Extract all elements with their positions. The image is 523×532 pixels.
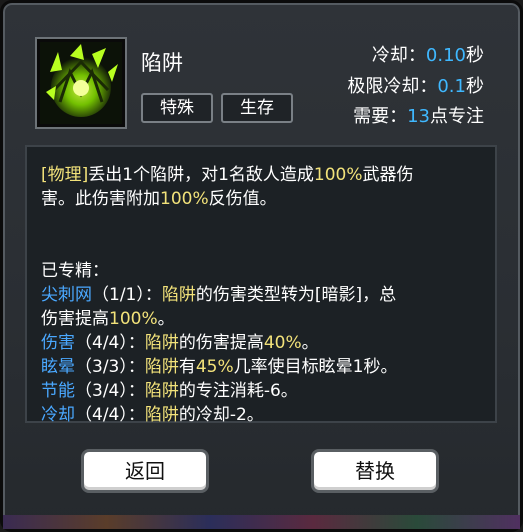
skill-name: 陷阱	[141, 51, 183, 75]
mastery-energy-saving: 节能（3/4）：陷阱的专注消耗-6。	[41, 381, 298, 401]
mastery-header: 已专精：	[41, 261, 109, 281]
mastery-spike-net: 尖刺网（1/1）：陷阱的伤害类型转为[暗影]，总	[41, 285, 397, 305]
spiked-trap-icon	[40, 42, 122, 124]
stat-cooldown: 冷却：0.10秒	[371, 45, 484, 66]
background-art-strip	[3, 515, 520, 529]
skill-description-box: [物理]丢出1个陷阱，对1名敌人造成100%武器伤 害。此伤害附加100%反伤值…	[25, 145, 497, 425]
stat-requirement: 需要：13点专注	[353, 106, 484, 127]
description-line-1: [物理]丢出1个陷阱，对1名敌人造成100%武器伤	[41, 165, 414, 185]
description-line-2: 害。此伤害附加100%反伤值。	[41, 189, 277, 209]
mastery-damage: 伤害（4/4）：陷阱的伤害提高40%。	[41, 333, 319, 353]
skill-detail-panel: 陷阱 特殊 生存 冷却：0.10秒 极限冷却：0.1秒 需要：13点专注 [物理…	[0, 0, 523, 532]
mastery-cooldown: 冷却（4/4）：陷阱的冷却-2。	[41, 405, 264, 425]
replace-button[interactable]: 替换	[311, 449, 439, 493]
stat-min-cooldown: 极限冷却：0.1秒	[347, 76, 484, 97]
skill-icon-frame	[37, 39, 125, 127]
mastery-stun: 眩晕（3/3）：陷阱有45%几率使目标眩晕1秒。	[41, 357, 398, 377]
mastery-spike-net-cont: 伤害提高100%。	[41, 309, 175, 329]
tag-survival: 生存	[221, 93, 293, 123]
back-button[interactable]: 返回	[81, 449, 209, 493]
tag-special: 特殊	[141, 93, 213, 123]
